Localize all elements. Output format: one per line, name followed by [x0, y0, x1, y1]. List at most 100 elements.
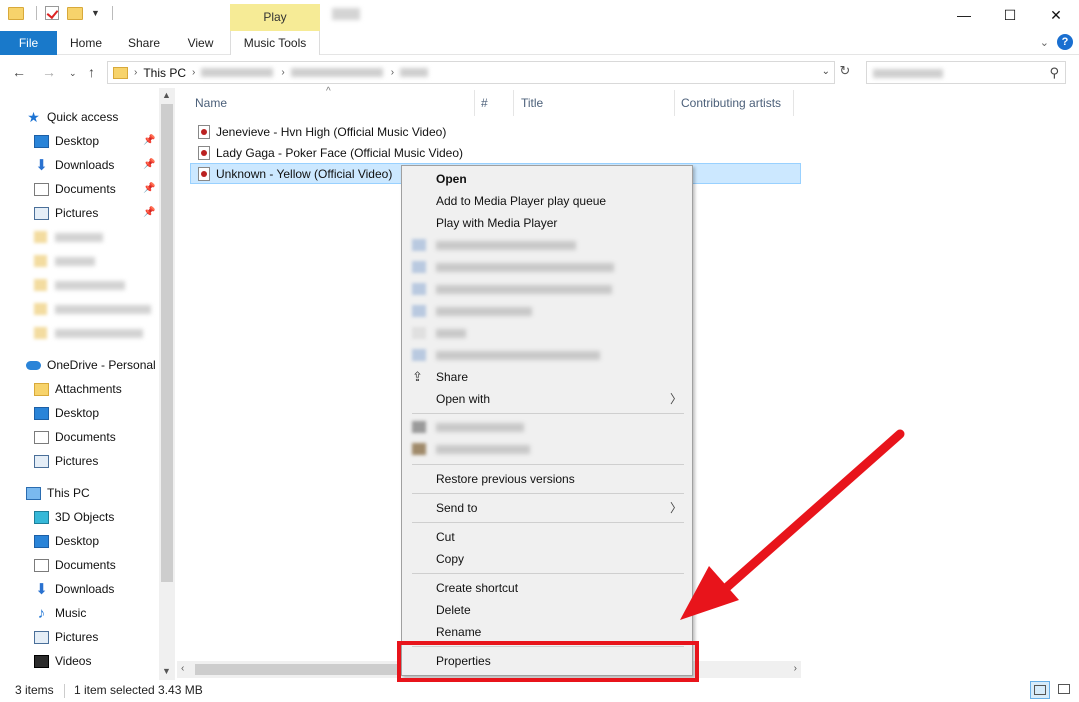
menu-item-share[interactable]: Share	[402, 366, 692, 388]
up-arrow-icon[interactable]: ↑	[88, 64, 95, 80]
tab-home[interactable]: Home	[57, 31, 115, 55]
menu-item-redacted[interactable]	[412, 256, 614, 278]
scroll-right-icon[interactable]: ›	[794, 663, 797, 674]
app-icon	[412, 261, 426, 273]
large-icons-view-icon	[1058, 684, 1070, 694]
menu-item-copy[interactable]: Copy	[402, 548, 692, 570]
menu-item-redacted[interactable]	[412, 234, 576, 256]
status-bar: 3 items 1 item selected 3.43 MB	[0, 680, 1079, 702]
nav-redacted-item[interactable]	[34, 274, 125, 296]
breadcrumb-separator-icon[interactable]: ›	[134, 67, 137, 78]
column-header-title[interactable]: Title	[521, 90, 543, 116]
scroll-down-icon[interactable]: ▼	[162, 666, 171, 676]
nav-vertical-scrollbar[interactable]: ▲ ▼	[159, 88, 175, 680]
tab-share[interactable]: Share	[115, 31, 173, 55]
file-row[interactable]: Jenevieve - Hvn High (Official Music Vid…	[191, 121, 446, 142]
nav-pc-music[interactable]: ♪ Music	[34, 602, 87, 624]
column-divider[interactable]	[474, 90, 475, 116]
app-icon	[412, 327, 426, 339]
column-divider[interactable]	[674, 90, 675, 116]
breadcrumb-redacted[interactable]	[290, 68, 383, 77]
menu-item-delete[interactable]: Delete	[402, 599, 692, 621]
details-view-button[interactable]	[1030, 681, 1050, 699]
column-header-number[interactable]: #	[481, 90, 488, 116]
document-icon	[34, 182, 49, 196]
nav-redacted-item[interactable]	[34, 298, 151, 320]
breadcrumb-separator-icon[interactable]: ›	[281, 67, 284, 78]
minimize-button[interactable]: —	[941, 0, 987, 30]
breadcrumb-redacted[interactable]	[201, 68, 274, 77]
scroll-up-icon[interactable]: ▲	[162, 90, 171, 100]
nav-qa-documents[interactable]: Documents	[34, 178, 116, 200]
column-divider[interactable]	[793, 90, 794, 116]
menu-item-cut[interactable]: Cut	[402, 526, 692, 548]
nav-pc-desktop[interactable]: Desktop	[34, 530, 99, 552]
address-bar[interactable]: › This PC › › › ⌄	[107, 61, 835, 84]
column-divider[interactable]	[513, 90, 514, 116]
large-icons-view-button[interactable]	[1054, 681, 1074, 699]
breadcrumb-redacted[interactable]	[400, 68, 429, 77]
nav-pc-pictures[interactable]: Pictures	[34, 626, 98, 648]
forward-arrow-icon[interactable]: →	[42, 64, 56, 80]
folder-icon	[34, 279, 47, 291]
pictures-icon	[34, 206, 49, 220]
nav-qa-downloads[interactable]: ⬇ Downloads	[34, 154, 114, 176]
nav-redacted-item[interactable]	[34, 322, 143, 344]
tab-view[interactable]: View	[173, 31, 228, 55]
file-row-selected[interactable]: Unknown - Yellow (Official Video)	[191, 163, 392, 184]
breadcrumb-separator-icon[interactable]: ›	[192, 67, 195, 78]
breadcrumb-separator-icon[interactable]: ›	[391, 67, 394, 78]
back-arrow-icon[interactable]: ←	[12, 64, 26, 80]
nav-redacted-item[interactable]	[34, 250, 95, 272]
menu-item-redacted[interactable]	[412, 438, 530, 460]
menu-item-send-to[interactable]: Send to 〉	[402, 497, 692, 519]
nav-redacted-item[interactable]	[34, 226, 103, 248]
help-icon[interactable]: ?	[1057, 34, 1073, 50]
menu-item-label: Send to	[436, 501, 478, 515]
refresh-icon[interactable]: ↻	[836, 63, 854, 81]
maximize-button[interactable]: ☐	[987, 0, 1033, 30]
nav-od-attachments[interactable]: Attachments	[34, 378, 122, 400]
nav-pc-downloads[interactable]: ⬇ Downloads	[34, 578, 114, 600]
menu-item-redacted[interactable]	[412, 300, 532, 322]
nav-label: Pictures	[55, 630, 99, 644]
nav-qa-pictures[interactable]: Pictures	[34, 202, 98, 224]
tab-music-tools[interactable]: Music Tools	[230, 31, 320, 55]
properties-check-icon[interactable]	[45, 6, 59, 20]
menu-item-open[interactable]: Open	[402, 168, 692, 190]
nav-od-pictures[interactable]: Pictures	[34, 450, 98, 472]
menu-item-add-to-queue[interactable]: Add to Media Player play queue	[402, 190, 692, 212]
column-header-contributing-artists[interactable]: Contributing artists	[681, 90, 781, 116]
menu-item-redacted[interactable]	[412, 416, 524, 438]
nav-this-pc[interactable]: This PC	[26, 482, 90, 504]
new-folder-icon[interactable]	[67, 6, 83, 20]
scrollbar-thumb[interactable]	[161, 104, 173, 582]
nav-quick-access[interactable]: ★ Quick access	[26, 106, 118, 128]
menu-item-redacted[interactable]	[412, 344, 600, 366]
nav-pc-documents[interactable]: Documents	[34, 554, 116, 576]
file-row[interactable]: Lady Gaga - Poker Face (Official Music V…	[191, 142, 463, 163]
expand-ribbon-chevron-icon[interactable]: ⌄	[1040, 36, 1049, 49]
address-dropdown-chevron-icon[interactable]: ⌄	[822, 66, 830, 77]
customize-toolbar-dropdown-icon[interactable]: ▼	[91, 8, 100, 18]
search-input[interactable]: ⚲	[866, 61, 1066, 84]
menu-item-play-with-media-player[interactable]: Play with Media Player	[402, 212, 692, 234]
scroll-left-icon[interactable]: ‹	[181, 663, 184, 674]
close-button[interactable]: ✕	[1033, 0, 1079, 30]
column-header-name[interactable]: Name	[195, 90, 227, 116]
menu-item-create-shortcut[interactable]: Create shortcut	[402, 577, 692, 599]
menu-item-redacted[interactable]	[412, 322, 466, 344]
nav-pc-videos[interactable]: Videos	[34, 650, 91, 672]
menu-item-redacted[interactable]	[412, 278, 612, 300]
menu-item-restore-previous-versions[interactable]: Restore previous versions	[402, 468, 692, 490]
tab-file[interactable]: File	[0, 31, 57, 55]
nav-onedrive[interactable]: OneDrive - Personal	[26, 354, 156, 376]
recent-locations-chevron-icon[interactable]: ⌄	[69, 68, 77, 79]
nav-od-desktop[interactable]: Desktop	[34, 402, 99, 424]
breadcrumb-this-pc[interactable]: This PC	[143, 66, 186, 80]
nav-pc-3d-objects[interactable]: 3D Objects	[34, 506, 114, 528]
nav-od-documents[interactable]: Documents	[34, 426, 116, 448]
nav-qa-desktop[interactable]: Desktop	[34, 130, 99, 152]
menu-item-open-with[interactable]: Open with 〉	[402, 388, 692, 410]
menu-item-rename[interactable]: Rename	[402, 621, 692, 643]
